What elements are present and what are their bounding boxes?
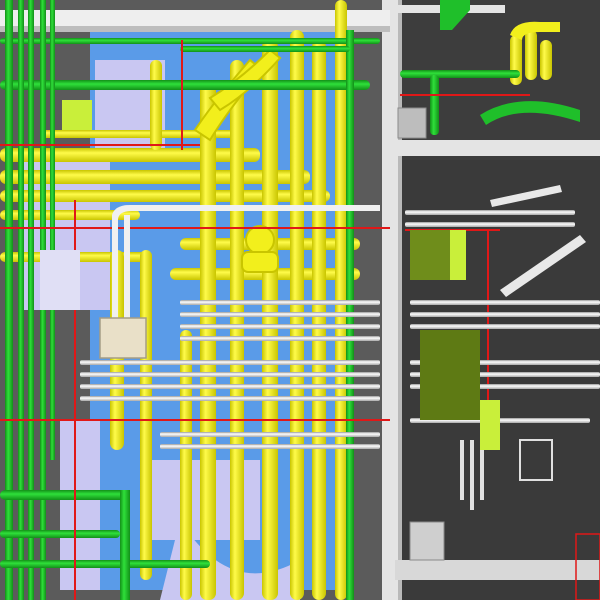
horizontal-beam-bottom [395,560,600,580]
green-pipe-h-upper [180,46,350,52]
bim-pipe-scene [0,0,600,600]
white-pipe-2 [180,312,380,317]
green-pipe-h-lower-1 [0,490,130,500]
scene-canvas [0,0,600,600]
yellow-pipe-v-3 [262,40,278,600]
green-pipe-v-lower [120,490,130,600]
white-pipe-r-v-2 [470,440,474,510]
green-pipe-h-top [0,80,370,90]
lime-panel-right-lower [480,400,500,450]
top-beam-shadow [0,26,390,32]
yellow-pipe-right-1 [540,40,552,80]
green-pipe-v-right-drop [430,75,439,135]
white-pipe-r-v-1 [460,440,464,500]
yellow-valve-base [241,251,279,273]
green-pipe-h-top-2 [0,38,380,44]
white-pipe-7 [80,384,380,389]
yellow-pipe-v-2 [230,60,244,600]
yellow-pipe-v-6 [150,60,162,150]
lime-panel-upper [62,100,92,130]
gray-box-upper [397,107,427,139]
green-pipe-v-left-5 [50,0,55,460]
white-pipe-r-2 [405,222,575,227]
white-pipe-r-v-3 [480,450,484,500]
green-pipe-v-left-1 [5,0,13,600]
white-pipe-8 [80,396,380,401]
yellow-pipe-right-2 [525,30,537,80]
yellow-valve-body [245,225,275,255]
white-pipe-v-1 [112,215,118,335]
green-pipe-h-lower-3 [0,560,210,568]
white-pipe-9 [160,432,380,437]
white-pipe-5 [80,360,380,365]
white-pipe-6 [80,372,380,377]
white-pipe-1 [180,300,380,305]
yellow-pipe-v-8 [140,250,152,580]
white-pipe-r-5 [410,324,600,329]
green-pipe-v-left-3 [28,0,34,600]
beige-junction-box [99,317,147,359]
white-pipe-3 [180,324,380,329]
yellow-pipe-v-5 [312,40,326,600]
white-pipe-r-3 [410,300,600,305]
yellow-pipe-h-3 [0,190,330,202]
vertical-beam-edge [398,0,402,600]
top-beam [0,10,390,28]
horizontal-beam-right [395,140,600,156]
green-pipe-h-right [400,70,520,78]
lime-panel-right [450,230,466,280]
yellow-pipe-v-9 [180,330,192,600]
gray-box-lower [409,521,445,561]
white-pipe-r-1 [405,210,575,215]
lavender-panel-left [40,250,80,310]
olive-panel-right-lower [420,330,480,420]
white-pipe-r-4 [410,312,600,317]
yellow-pipe-h-1 [0,148,260,162]
white-pipe-4 [180,336,380,341]
white-pipe-10 [160,444,380,449]
green-pipe-h-lower-2 [0,530,120,538]
white-pipe-v-2 [124,215,130,325]
green-pipe-v-left-2 [18,0,24,600]
